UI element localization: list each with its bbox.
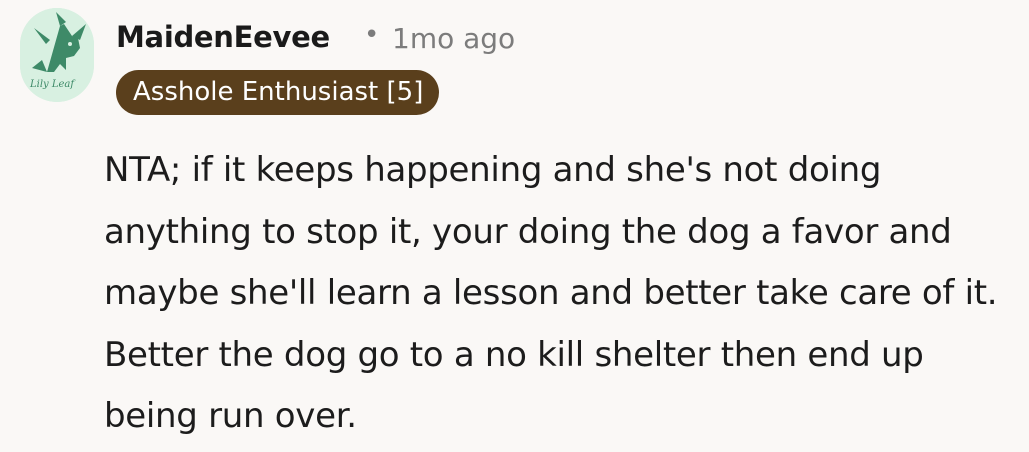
comment-body: NTA; if it keeps happening and she's not…	[104, 150, 998, 436]
comment-timestamp[interactable]: 1mo ago	[392, 22, 515, 55]
leafeon-avatar-icon: Lily Leaf	[20, 8, 94, 102]
meta-separator: •	[364, 20, 380, 50]
user-flair-badge: Asshole Enthusiast [5]	[116, 70, 440, 115]
username-link[interactable]: MaidenEevee	[116, 20, 330, 54]
comment: Lily Leaf MaidenEevee • 1mo ago Asshole …	[0, 0, 1029, 452]
avatar-caption: Lily Leaf	[29, 79, 76, 90]
user-avatar[interactable]: Lily Leaf	[20, 8, 94, 102]
